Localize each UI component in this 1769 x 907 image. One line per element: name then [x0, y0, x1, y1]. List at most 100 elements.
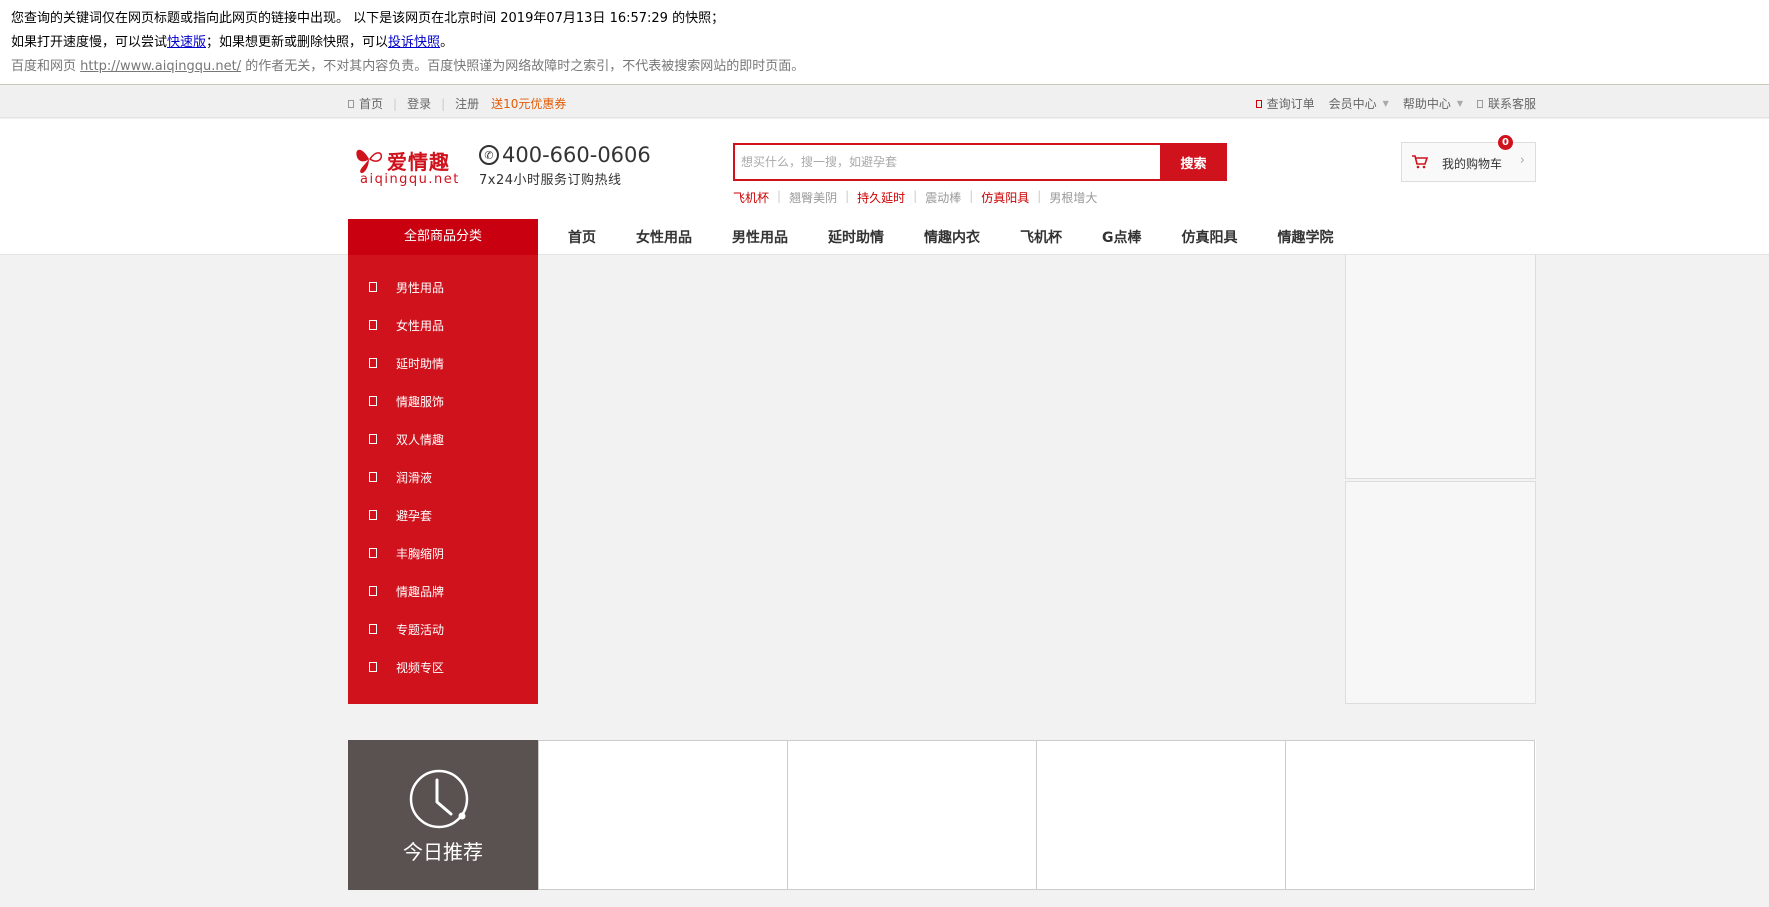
category-label: 避孕套	[396, 508, 433, 523]
category-label: 女性用品	[396, 318, 445, 333]
right-banner-bottom[interactable]	[1345, 481, 1536, 704]
category-item[interactable]: 丰胸缩阴	[348, 534, 538, 572]
order-icon	[1255, 99, 1262, 108]
hot-keyword-link[interactable]: 飞机杯	[733, 189, 769, 206]
site-url-link[interactable]: http://www.aiqingqu.net/	[80, 59, 241, 74]
snapshot-line-3: 百度和网页 http://www.aiqingqu.net/ 的作者无关，不对其…	[11, 59, 805, 74]
category-label: 情趣服饰	[396, 394, 445, 409]
category-icon	[369, 662, 377, 672]
product-card[interactable]	[538, 740, 788, 890]
hot-keyword-link[interactable]: 震动棒	[925, 189, 961, 206]
phone-icon: ✆	[479, 145, 499, 165]
category-item[interactable]: 情趣品牌	[348, 572, 538, 610]
logo-domain: aiqingqu.net	[360, 172, 460, 187]
category-label: 丰胸缩阴	[396, 546, 445, 561]
nav-item[interactable]: 仿真阳具	[1182, 227, 1238, 247]
nav-item[interactable]: 飞机杯	[1020, 227, 1062, 247]
orders-link[interactable]: 查询订单	[1255, 95, 1315, 112]
category-icon	[369, 358, 377, 368]
service-icon	[1476, 99, 1483, 108]
category-label: 男性用品	[396, 280, 445, 295]
category-item[interactable]: 视频专区	[348, 648, 538, 686]
clock-icon	[409, 769, 469, 829]
today-recommend-title: 今日推荐	[403, 840, 483, 864]
hotline: ✆ 400-660-0606 7x24小时服务订购热线	[479, 143, 651, 188]
category-item[interactable]: 女性用品	[348, 306, 538, 344]
search-button[interactable]: 搜索	[1160, 143, 1227, 181]
category-icon	[369, 320, 377, 330]
home-icon	[348, 99, 354, 108]
site-header: 爱情趣 aiqingqu.net ✆ 400-660-0606 7x24小时服务订…	[0, 119, 1769, 255]
chevron-down-icon: ▼	[1382, 99, 1389, 108]
category-icon	[369, 434, 377, 444]
top-bar: 首页 | 登录 | 注册 送10元优惠券 查询订单 会员中心 ▼ 帮助中心 ▼ 联系…	[0, 86, 1769, 118]
login-link[interactable]: 登录	[407, 95, 431, 112]
top-home-link[interactable]: 首页	[359, 95, 383, 112]
product-card[interactable]	[1285, 740, 1535, 890]
help-center-menu[interactable]: 帮助中心 ▼	[1403, 95, 1463, 112]
nav-item[interactable]: 男性用品	[732, 227, 788, 247]
nav-item[interactable]: 延时助情	[828, 227, 884, 247]
category-item[interactable]: 男性用品	[348, 268, 538, 306]
category-label: 专题活动	[396, 622, 445, 637]
snapshot-line-1: 您查询的关键词仅在网页标题或指向此网页的链接中出现。 以下是该网页在北京时间 2…	[11, 11, 725, 26]
search-input[interactable]	[733, 143, 1160, 181]
nav-item[interactable]: G点棒	[1102, 227, 1142, 247]
snapshot-notice: 您查询的关键词仅在网页标题或指向此网页的链接中出现。 以下是该网页在北京时间 2…	[0, 0, 1769, 85]
nav-item[interactable]: 女性用品	[636, 227, 692, 247]
register-link[interactable]: 注册	[455, 95, 479, 112]
category-menu: 男性用品女性用品延时助情情趣服饰双人情趣润滑液避孕套丰胸缩阴情趣品牌专题活动视频…	[348, 255, 538, 704]
category-item[interactable]: 情趣服饰	[348, 382, 538, 420]
category-item[interactable]: 双人情趣	[348, 420, 538, 458]
category-label: 润滑液	[396, 470, 433, 485]
quick-version-link[interactable]: 快速版	[167, 35, 206, 50]
nav-item[interactable]: 情趣学院	[1278, 227, 1334, 247]
hot-keyword-link[interactable]: 持久延时	[857, 189, 905, 206]
site-logo[interactable]: 爱情趣 aiqingqu.net	[354, 142, 470, 190]
category-label: 情趣品牌	[396, 584, 445, 599]
category-icon	[369, 586, 377, 596]
search-box: 搜索	[733, 143, 1227, 181]
category-icon	[369, 282, 377, 292]
member-center-menu[interactable]: 会员中心 ▼	[1329, 95, 1389, 112]
today-recommend-tag: 今日推荐	[348, 740, 538, 890]
snapshot-line-2: 如果打开速度慢，可以尝试快速版；如果想更新或删除快照，可以投诉快照。	[11, 35, 454, 50]
nav-item[interactable]: 首页	[568, 227, 596, 247]
right-banner-top[interactable]	[1345, 255, 1536, 479]
category-label: 双人情趣	[396, 432, 445, 447]
main-nav: 全部商品分类 首页 女性用品 男性用品 延时助情 情趣内衣 飞机杯 G点棒 仿真阳具 情趣学院	[348, 219, 1536, 255]
chevron-down-icon: ▼	[1456, 99, 1463, 108]
cart-label: 我的购物车	[1442, 157, 1503, 171]
category-icon	[369, 472, 377, 482]
category-label: 视频专区	[396, 660, 445, 675]
category-icon	[369, 548, 377, 558]
hot-keyword-link[interactable]: 男根增大	[1049, 189, 1097, 206]
product-card[interactable]	[1036, 740, 1286, 890]
hot-keyword-link[interactable]: 仿真阳具	[981, 189, 1029, 206]
category-item[interactable]: 润滑液	[348, 458, 538, 496]
category-item[interactable]: 专题活动	[348, 610, 538, 648]
report-snapshot-link[interactable]: 投诉快照	[388, 35, 440, 50]
today-recommend-section: 今日推荐	[348, 740, 1536, 890]
nav-item[interactable]: 情趣内衣	[924, 227, 980, 247]
contact-service-link[interactable]: 联系客服	[1476, 95, 1536, 112]
coupon-link[interactable]: 送10元优惠券	[491, 95, 566, 112]
butterfly-logo-icon	[356, 149, 383, 174]
hot-keyword-link[interactable]: 翘臀美阴	[789, 189, 837, 206]
recommend-products	[538, 740, 1535, 890]
product-card[interactable]	[787, 740, 1037, 890]
category-label: 延时助情	[396, 356, 445, 371]
hot-keywords: 飞机杯 | 翘臀美阴 | 持久延时 | 震动棒 | 仿真阳具 | 男根增大	[733, 189, 1098, 206]
cart-button[interactable]: 我的购物车 › 0	[1401, 135, 1536, 182]
phone-number: 400-660-0606	[502, 143, 651, 167]
category-icon	[369, 396, 377, 406]
nav-items: 首页 女性用品 男性用品 延时助情 情趣内衣 飞机杯 G点棒 仿真阳具 情趣学院	[548, 219, 1354, 255]
category-item[interactable]: 延时助情	[348, 344, 538, 382]
hotline-caption: 7x24小时服务订购热线	[479, 173, 622, 188]
chevron-right-icon: ›	[1519, 153, 1525, 168]
category-icon	[369, 510, 377, 520]
cart-count-badge: 0	[1498, 135, 1513, 150]
all-categories-button[interactable]: 全部商品分类	[348, 219, 538, 255]
category-item[interactable]: 避孕套	[348, 496, 538, 534]
category-icon	[369, 624, 377, 634]
